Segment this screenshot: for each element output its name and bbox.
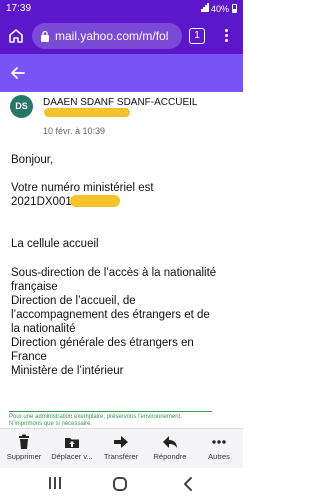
address-bar[interactable]: mail.yahoo.com/m/fol xyxy=(32,23,182,49)
body-line-number-intro: Votre numéro ministériel est xyxy=(11,182,154,194)
lock-icon xyxy=(41,30,49,42)
reply-button[interactable]: Répondre xyxy=(146,429,194,469)
signature-line-3: Direction de l’accueil, de xyxy=(11,295,136,307)
browser-toolbar: mail.yahoo.com/m/fol 1 xyxy=(0,18,243,54)
redaction-mark xyxy=(70,195,120,207)
home-icon[interactable] xyxy=(7,27,25,45)
url-text: mail.yahoo.com/m/fol xyxy=(55,29,169,43)
signoff: La cellule accueil xyxy=(11,238,99,250)
back-nav-icon[interactable] xyxy=(182,476,194,492)
status-bar: 17:39 40% xyxy=(0,0,243,18)
app-bar xyxy=(0,54,243,92)
signature-line-2: française xyxy=(11,281,58,293)
move-button[interactable]: Déplacer v... xyxy=(48,429,96,469)
environment-note-line-2: N'imprimons que si nécessaire. xyxy=(9,421,93,427)
delete-button[interactable]: Supprimer xyxy=(0,429,48,469)
message-action-bar: Supprimer Déplacer v... Transférer Répon… xyxy=(0,428,243,468)
redaction-mark xyxy=(44,108,130,117)
tabs-button[interactable]: 1 xyxy=(189,28,205,44)
delete-label: Supprimer xyxy=(6,452,42,461)
more-actions-label: Autres xyxy=(208,452,230,461)
signal-icon xyxy=(200,3,209,14)
signature-line-8: Ministère de l’intérieur xyxy=(11,365,124,377)
more-menu-icon[interactable] xyxy=(218,27,234,45)
back-arrow-icon[interactable] xyxy=(9,64,27,82)
battery-percent: 40% xyxy=(210,3,229,14)
move-folder-icon xyxy=(65,438,79,448)
forward-label: Transférer xyxy=(103,452,139,461)
status-icons: 40% xyxy=(200,3,237,14)
message-date: 10 févr. à 10:39 xyxy=(43,126,106,136)
greeting: Bonjour, xyxy=(11,154,54,166)
signature-line-5: la nationalité xyxy=(11,323,76,335)
system-nav-bar xyxy=(0,468,243,500)
home-nav-icon[interactable] xyxy=(113,477,127,491)
status-time: 17:39 xyxy=(6,3,32,14)
more-actions-button[interactable]: Autres xyxy=(195,429,243,469)
move-label: Déplacer v... xyxy=(51,452,93,461)
signature-line-4: l’accompagnement des étrangers et de xyxy=(11,309,210,321)
sender-avatar: DS xyxy=(10,95,33,118)
reply-label: Répondre xyxy=(153,452,187,461)
signature-line-6: Direction générale des étrangers en xyxy=(11,337,194,349)
signature-line-1: Sous-direction de l’accès à la nationali… xyxy=(11,267,217,279)
more-dots-icon xyxy=(212,440,226,444)
forward-arrow-icon xyxy=(114,436,128,448)
signature-line-7: France xyxy=(11,351,47,363)
forward-button[interactable]: Transférer xyxy=(97,429,145,469)
battery-icon xyxy=(232,4,237,13)
environment-note-line-1: Pour une administration exemplaire, prés… xyxy=(9,414,182,420)
ministerial-number: 2021DX001 xyxy=(11,196,72,208)
trash-icon xyxy=(19,434,29,449)
recent-apps-icon[interactable] xyxy=(48,477,62,491)
reply-arrow-icon xyxy=(163,436,177,448)
sender-name[interactable]: DAAEN SDANF SDANF-ACCUEIL xyxy=(43,97,197,108)
environment-note: Pour une administration exemplaire, prés… xyxy=(9,411,212,428)
